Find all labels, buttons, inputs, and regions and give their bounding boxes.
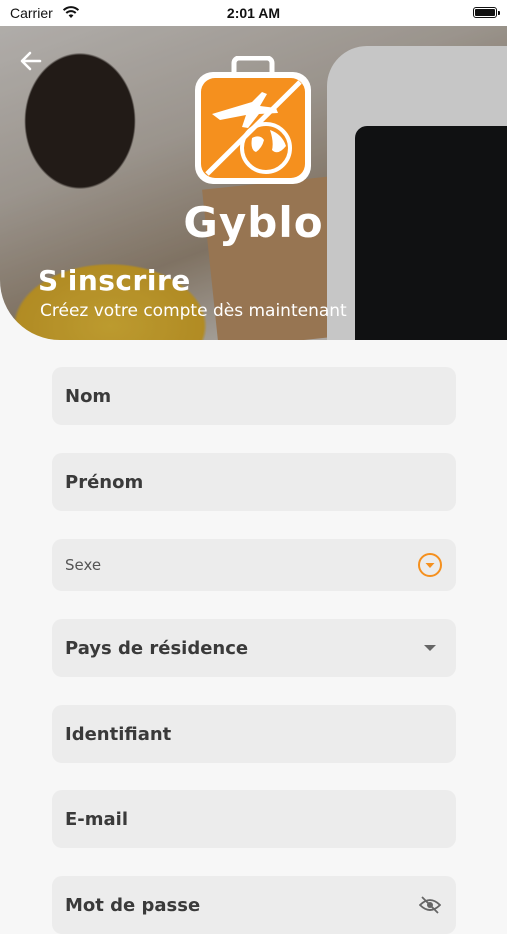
status-bar: Carrier 2:01 AM (0, 0, 507, 26)
email-field[interactable]: E-mail (52, 790, 456, 848)
eye-off-icon[interactable] (417, 892, 443, 918)
password-field[interactable]: Mot de passe (52, 876, 456, 934)
gender-select[interactable]: Sexe (52, 539, 456, 591)
last-name-placeholder: Nom (65, 385, 112, 407)
country-select[interactable]: Pays de résidence (52, 619, 456, 677)
email-placeholder: E-mail (65, 808, 129, 830)
username-placeholder: Identifiant (65, 723, 172, 745)
hero-header: Gyblo S'inscrire Créez votre compte dès … (0, 26, 507, 340)
page-subtitle: Créez votre compte dès maintenant (40, 301, 347, 321)
password-placeholder: Mot de passe (65, 894, 201, 916)
dropdown-circle-icon (417, 552, 443, 578)
country-placeholder: Pays de résidence (65, 637, 249, 659)
page-title: S'inscrire (38, 264, 191, 297)
dropdown-caret-icon (417, 635, 443, 661)
username-field[interactable]: Identifiant (52, 705, 456, 763)
brand-name: Gyblo (183, 198, 324, 247)
battery-icon (473, 7, 500, 18)
last-name-field[interactable]: Nom (52, 367, 456, 425)
first-name-field[interactable]: Prénom (52, 453, 456, 511)
back-arrow-icon (20, 51, 42, 71)
back-button[interactable] (14, 44, 48, 78)
suitcase-logo-icon (195, 56, 311, 184)
first-name-placeholder: Prénom (65, 471, 144, 493)
status-time: 2:01 AM (226, 5, 281, 21)
gender-placeholder: Sexe (65, 556, 102, 574)
